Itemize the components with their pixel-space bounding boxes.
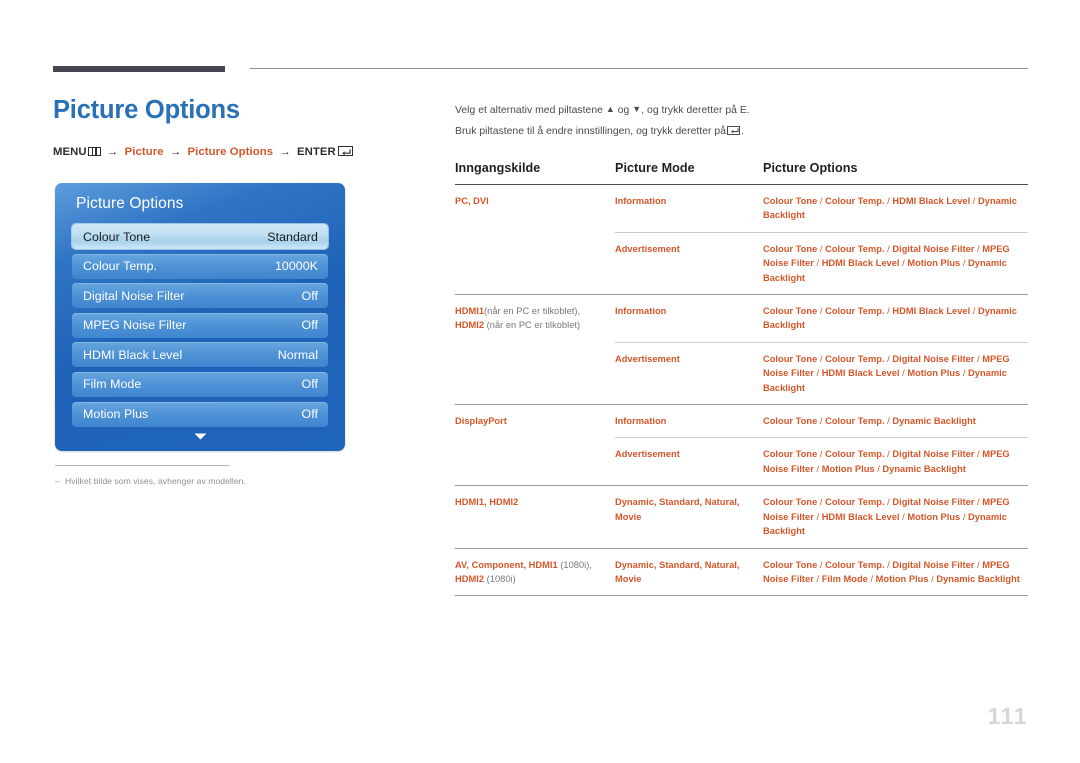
breadcrumb-menu-label: MENU bbox=[53, 146, 87, 159]
osd-item-value: Off bbox=[301, 377, 318, 392]
cell-mode: Advertisement bbox=[615, 341, 763, 405]
col-header-options: Picture Options bbox=[763, 161, 858, 175]
osd-item-label: Film Mode bbox=[83, 377, 142, 392]
osd-item-mpeg-noise-filter[interactable]: MPEG Noise Filter Off bbox=[72, 312, 328, 338]
left-column: Picture Options MENU → Picture → Picture… bbox=[53, 96, 413, 158]
cell-mode: Advertisement bbox=[615, 231, 763, 295]
enter-key-icon bbox=[727, 126, 740, 135]
cell-options: Colour Tone / Colour Temp. / HDMI Black … bbox=[763, 196, 1017, 221]
cell-source-note2: (når en PC er tilkoblet) bbox=[484, 320, 581, 331]
cell-options: Colour Tone / Colour Temp. / Digital Noi… bbox=[763, 341, 1028, 405]
cell-options: Colour Tone / Colour Temp. / Digital Noi… bbox=[763, 485, 1028, 548]
arrow-down-icon: ▼ bbox=[632, 104, 642, 114]
cell-mode: Information bbox=[615, 294, 763, 343]
osd-item-value: Normal bbox=[277, 347, 318, 362]
page-title: Picture Options bbox=[53, 96, 240, 124]
table-row: AV, Component, HDMI1 (1080i), HDMI2 (108… bbox=[455, 547, 1028, 596]
cell-source-note: (1080i), bbox=[560, 559, 592, 570]
footnote: – Hvilket bilde som vises, avhenger av mo… bbox=[55, 476, 246, 486]
cell-options: Colour Tone / Colour Temp. / HDMI Black … bbox=[763, 294, 1028, 343]
header-rule-accent bbox=[53, 66, 225, 72]
cell-mode: Dynamic, Standard, Natural, Movie bbox=[615, 485, 763, 548]
breadcrumb-arrow-2: → bbox=[169, 146, 182, 159]
cell-mode: Information bbox=[615, 196, 667, 206]
footnote-dash: – bbox=[55, 476, 60, 486]
cell-source-note: (når en PC er tilkoblet), bbox=[484, 306, 581, 317]
osd-item-motion-plus[interactable]: Motion Plus Off bbox=[72, 401, 328, 427]
page-number: 111 bbox=[987, 703, 1028, 729]
table-row: HDMI1, HDMI2 Dynamic, Standard, Natural,… bbox=[455, 485, 1028, 548]
table-row: HDMI1(når en PC er tilkoblet), HDMI2 (nå… bbox=[455, 294, 1028, 405]
cell-source: HDMI1(når en PC er tilkoblet), HDMI2 (nå… bbox=[455, 294, 615, 405]
cell-options: Colour Tone / Colour Temp. / Digital Noi… bbox=[763, 437, 1028, 486]
breadcrumb-item-picture[interactable]: Picture bbox=[125, 146, 164, 158]
osd-item-label: Digital Noise Filter bbox=[83, 288, 185, 303]
cell-mode: Information bbox=[615, 404, 763, 438]
cell-source: PC, DVI bbox=[455, 196, 489, 206]
osd-item-colour-temp[interactable]: Colour Temp. 10000K bbox=[72, 253, 328, 279]
cell-source-main: HDMI1 bbox=[455, 306, 485, 317]
table-row: DisplayPort Information Colour Tone / Co… bbox=[455, 404, 1028, 486]
osd-item-label: Colour Temp. bbox=[83, 259, 158, 274]
picture-options-table: Inngangskilde Picture Mode Picture Optio… bbox=[455, 161, 1028, 597]
table-row: PC, DVI Information Colour Tone / Colour… bbox=[455, 185, 1028, 233]
osd-item-value: Standard bbox=[267, 229, 318, 244]
osd-item-label: MPEG Noise Filter bbox=[83, 318, 187, 333]
col-header-source: Inngangskilde bbox=[455, 161, 541, 175]
osd-item-value: Off bbox=[301, 407, 318, 422]
osd-item-value: 10000K bbox=[274, 259, 318, 274]
col-header-mode: Picture Mode bbox=[615, 161, 695, 175]
cell-source: AV, Component, HDMI1 (1080i), HDMI2 (108… bbox=[455, 547, 615, 596]
enter-key-icon bbox=[337, 146, 353, 157]
osd-item-colour-tone[interactable]: Colour Tone Standard bbox=[72, 224, 328, 249]
menu-bars-icon bbox=[87, 147, 101, 157]
footnote-rule bbox=[55, 465, 230, 466]
osd-item-film-mode[interactable]: Film Mode Off bbox=[72, 371, 328, 397]
header-rule bbox=[53, 64, 1028, 74]
intro-line-1: Velg et alternativ med piltastene ▲ og ▼… bbox=[455, 99, 1028, 121]
intro-text-e: . bbox=[741, 126, 744, 137]
cell-source: HDMI1, HDMI2 bbox=[455, 485, 615, 548]
cell-options: Colour Tone / Colour Temp. / Digital Noi… bbox=[763, 231, 1028, 295]
cell-mode: Dynamic, Standard, Natural, Movie bbox=[615, 547, 763, 596]
intro-text-d: Bruk piltastene til å endre innstillinge… bbox=[455, 126, 726, 137]
intro-text-a: Velg et alternativ med piltastene bbox=[455, 105, 603, 116]
osd-scroll-down[interactable] bbox=[55, 433, 345, 440]
footnote-text: Hvilket bilde som vises, avhenger av mod… bbox=[65, 476, 246, 486]
osd-menu-list: Colour Tone Standard Colour Temp. 10000K… bbox=[72, 224, 328, 431]
breadcrumb-enter-label: ENTER bbox=[297, 146, 336, 159]
cell-options: Colour Tone / Colour Temp. / Digital Noi… bbox=[763, 547, 1028, 596]
right-column: Velg et alternativ med piltastene ▲ og ▼… bbox=[455, 99, 1028, 597]
intro-line-2: Bruk piltastene til å endre innstillinge… bbox=[455, 121, 1028, 142]
cell-mode: Advertisement bbox=[615, 437, 763, 486]
cell-source: DisplayPort bbox=[455, 404, 615, 486]
osd-item-label: Colour Tone bbox=[83, 229, 151, 244]
osd-item-label: HDMI Black Level bbox=[83, 347, 183, 362]
table-bottom-rule bbox=[455, 595, 1028, 597]
breadcrumb-item-picture-options[interactable]: Picture Options bbox=[187, 146, 273, 158]
breadcrumb: MENU → Picture → Picture Options → ENTER bbox=[53, 146, 413, 158]
osd-item-label: Motion Plus bbox=[83, 407, 149, 422]
osd-item-hdmi-black-level[interactable]: HDMI Black Level Normal bbox=[72, 342, 328, 368]
osd-item-value: Off bbox=[301, 318, 318, 333]
breadcrumb-arrow-1: → bbox=[106, 146, 119, 159]
table-header-row: Inngangskilde Picture Mode Picture Optio… bbox=[455, 161, 1028, 185]
cell-options: Colour Tone / Colour Temp. / Dynamic Bac… bbox=[763, 404, 1028, 438]
intro-text-c: , og trykk deretter på E. bbox=[641, 105, 750, 116]
intro-text-b: og bbox=[617, 105, 630, 116]
osd-panel-title: Picture Options bbox=[76, 195, 184, 212]
breadcrumb-arrow-3: → bbox=[279, 146, 291, 159]
chevron-down-icon bbox=[194, 433, 206, 440]
osd-item-value: Off bbox=[301, 288, 318, 303]
arrow-up-icon: ▲ bbox=[605, 104, 615, 114]
header-rule-line bbox=[250, 68, 1028, 69]
cell-source-main: AV, Component, HDMI1 bbox=[455, 559, 558, 570]
cell-source-note2: (1080i) bbox=[484, 573, 516, 584]
osd-item-digital-noise-filter[interactable]: Digital Noise Filter Off bbox=[72, 283, 328, 309]
osd-picture-options-panel: Picture Options Colour Tone Standard Col… bbox=[55, 183, 345, 451]
cell-source-main2: HDMI2 bbox=[455, 573, 485, 584]
cell-source-main2: HDMI2 bbox=[455, 320, 485, 331]
